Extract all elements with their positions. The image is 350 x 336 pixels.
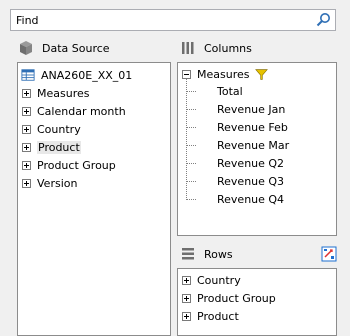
- tree-guide-line: [187, 127, 196, 128]
- expand-icon[interactable]: [22, 178, 31, 188]
- tree-item-label: Measures: [37, 86, 90, 100]
- rows-panel[interactable]: Country Product Group Product: [177, 268, 337, 336]
- row-item[interactable]: Country: [182, 271, 241, 289]
- tree-guide-line: [187, 181, 196, 182]
- tree-item-selected[interactable]: Product: [22, 138, 81, 156]
- column-item-label: Revenue Q4: [217, 192, 285, 206]
- expand-icon[interactable]: [22, 160, 31, 170]
- columns-title: Columns: [204, 41, 252, 55]
- tree-root-label: ANA260E_XX_01: [41, 68, 133, 82]
- tree-item-label: Version: [37, 176, 78, 190]
- tree-guide-line: [187, 199, 196, 200]
- tree-guide-line: [187, 109, 196, 110]
- columns-icon: [182, 42, 194, 54]
- expand-icon[interactable]: [22, 142, 31, 152]
- search-input[interactable]: [11, 10, 316, 30]
- tree-guide-line: [187, 163, 196, 164]
- column-item-label: Revenue Feb: [217, 120, 288, 134]
- columns-header: Columns: [180, 39, 252, 57]
- search-box[interactable]: [10, 9, 336, 31]
- filter-icon[interactable]: [255, 68, 269, 81]
- column-item-label: Revenue Mar: [217, 138, 290, 152]
- tree-item[interactable]: Product Group: [22, 156, 116, 174]
- column-item-label: Revenue Q2: [217, 156, 285, 170]
- column-item-label: Revenue Q3: [217, 174, 285, 188]
- column-item-label: Revenue Jan: [217, 102, 286, 116]
- table-icon: [21, 69, 35, 81]
- collapse-icon[interactable]: [182, 69, 191, 79]
- tree-item[interactable]: Measures: [22, 84, 89, 102]
- row-item-label: Product: [197, 309, 239, 323]
- row-item-label: Product Group: [197, 291, 276, 305]
- rows-header: Rows: [180, 245, 233, 263]
- data-source-title: Data Source: [42, 41, 110, 55]
- tree-item[interactable]: Country: [22, 120, 81, 138]
- tree-item-label: Product: [37, 140, 81, 154]
- expand-icon[interactable]: [22, 124, 31, 134]
- columns-group-label: Measures: [197, 67, 250, 81]
- tree-guide-line: [187, 145, 196, 146]
- data-source-header: Data Source: [18, 39, 110, 57]
- columns-panel[interactable]: Measures Total Revenue Jan Revenue Feb R…: [177, 62, 337, 236]
- swap-axes-icon[interactable]: [321, 246, 337, 262]
- columns-group[interactable]: Measures: [182, 65, 269, 83]
- expand-icon[interactable]: [182, 311, 191, 321]
- expand-icon[interactable]: [22, 106, 31, 116]
- tree-item-label: Product Group: [37, 158, 116, 172]
- row-item-label: Country: [197, 273, 241, 287]
- column-item[interactable]: Total: [217, 82, 243, 100]
- expand-icon[interactable]: [22, 88, 31, 98]
- row-item[interactable]: Product Group: [182, 289, 276, 307]
- cube-icon: [20, 41, 32, 55]
- expand-icon[interactable]: [182, 293, 191, 303]
- tree-item[interactable]: Version: [22, 174, 77, 192]
- tree-item-label: Calendar month: [37, 104, 126, 118]
- column-item[interactable]: Revenue Q2: [217, 154, 284, 172]
- tree-guide-line: [187, 91, 196, 92]
- search-icon[interactable]: [315, 12, 331, 28]
- column-item-label: Total: [217, 84, 243, 98]
- rows-title: Rows: [204, 247, 233, 261]
- row-item[interactable]: Product: [182, 307, 239, 325]
- tree-item-label: Country: [37, 122, 81, 136]
- data-source-tree[interactable]: ANA260E_XX_01 Measures Calendar month Co…: [17, 62, 171, 336]
- expand-icon[interactable]: [182, 275, 191, 285]
- tree-root[interactable]: ANA260E_XX_01: [21, 66, 132, 84]
- rows-icon: [182, 248, 194, 260]
- column-item[interactable]: Revenue Feb: [217, 118, 288, 136]
- column-item[interactable]: Revenue Q4: [217, 190, 284, 208]
- column-item[interactable]: Revenue Q3: [217, 172, 284, 190]
- tree-item[interactable]: Calendar month: [22, 102, 126, 120]
- column-item[interactable]: Revenue Mar: [217, 136, 289, 154]
- window-title-fragment: [0, 0, 350, 6]
- column-item[interactable]: Revenue Jan: [217, 100, 285, 118]
